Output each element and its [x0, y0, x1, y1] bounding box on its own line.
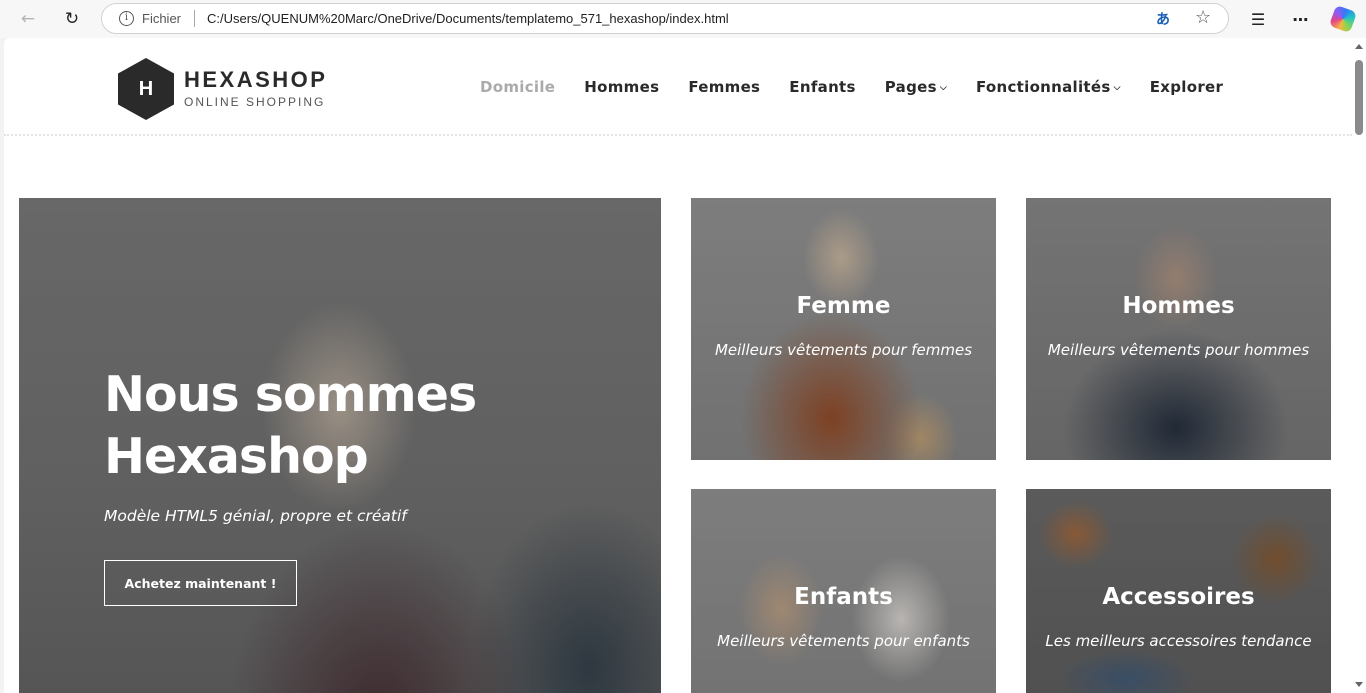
info-icon[interactable]: i [119, 11, 134, 26]
logo-hexagon-icon: H [118, 58, 174, 120]
nav-item-hommes[interactable]: Hommes [584, 78, 659, 96]
hero-subtitle: Modèle HTML5 génial, propre et créatif [104, 507, 407, 525]
nav-item-explorer[interactable]: Explorer [1150, 78, 1223, 96]
hero-title-line1: Nous sommes [104, 366, 477, 423]
nav-label: Domicile [480, 78, 556, 96]
nav-item-enfants[interactable]: Enfants [789, 78, 855, 96]
scrollbar-thumb[interactable] [1355, 60, 1363, 135]
card-subtitle: Meilleurs vêtements pour enfants [717, 632, 970, 650]
reload-icon[interactable]: ↻ [59, 7, 85, 31]
favorites-icon[interactable]: ☰ [1245, 7, 1271, 31]
nav-label: Enfants [789, 78, 856, 96]
chevron-down-icon: ⌵ [1113, 83, 1121, 93]
page-viewport: H HEXASHOP ONLINE SHOPPING Domicile Homm… [4, 38, 1366, 693]
card-title: Hommes [1122, 293, 1235, 319]
shop-now-button[interactable]: Achetez maintenant ! [104, 560, 297, 606]
chevron-down-icon: ⌵ [939, 83, 947, 93]
main-nav: Domicile Hommes Femmes Enfants Pages ⌵ Fo… [480, 78, 1252, 96]
card-subtitle: Meilleurs vêtements pour hommes [1047, 341, 1310, 359]
card-title: Accessoires [1102, 584, 1255, 610]
nav-item-femmes[interactable]: Femmes [688, 78, 760, 96]
star-icon[interactable]: ☆ [1195, 7, 1211, 28]
scroll-up-arrow-icon[interactable] [1355, 44, 1363, 49]
browser-toolbar: ← ↻ i Fichier C:/Users/QUENUM%20Marc/One… [0, 0, 1366, 38]
hero-title: Nous sommes Hexashop [104, 364, 584, 488]
card-image-overlay [691, 198, 996, 460]
category-card-kids[interactable]: Enfants Meilleurs vêtements pour enfants [691, 489, 996, 693]
url-text[interactable]: C:/Users/QUENUM%20Marc/OneDrive/Document… [207, 11, 729, 26]
logo-name: HEXASHOP [184, 67, 328, 92]
site-header: H HEXASHOP ONLINE SHOPPING Domicile Homm… [4, 38, 1352, 136]
hero-title-line2: Hexashop [104, 428, 369, 485]
nav-item-fonctionnalites[interactable]: Fonctionnalités ⌵ [976, 78, 1121, 96]
scroll-down-arrow-icon[interactable] [1355, 682, 1363, 687]
card-image-overlay [1026, 198, 1331, 460]
address-scheme-label: Fichier [142, 11, 182, 26]
nav-label: Explorer [1149, 78, 1224, 96]
nav-item-domicile[interactable]: Domicile [480, 78, 555, 96]
address-separator [194, 10, 195, 27]
category-card-accessories[interactable]: Accessoires Les meilleurs accessoires te… [1026, 489, 1331, 693]
hero-banner: Nous sommes Hexashop Modèle HTML5 génial… [19, 198, 661, 693]
nav-label: Hommes [584, 78, 660, 96]
vertical-scrollbar[interactable] [1352, 38, 1366, 693]
card-title: Enfants [794, 584, 893, 610]
card-title: Femme [796, 293, 891, 319]
category-card-women[interactable]: Femme Meilleurs vêtements pour femmes [691, 198, 996, 460]
nav-item-pages[interactable]: Pages ⌵ [885, 78, 947, 96]
copilot-icon[interactable] [1328, 4, 1358, 34]
more-icon[interactable]: ⋯ [1288, 7, 1314, 31]
card-subtitle: Meilleurs vêtements pour femmes [714, 341, 973, 359]
back-arrow-icon[interactable]: ← [15, 7, 41, 31]
category-card-men[interactable]: Hommes Meilleurs vêtements pour hommes [1026, 198, 1331, 460]
card-subtitle: Les meilleurs accessoires tendance [1045, 632, 1312, 650]
nav-label: Pages [884, 78, 937, 96]
logo-tagline: ONLINE SHOPPING [184, 95, 326, 109]
site-logo[interactable]: H HEXASHOP ONLINE SHOPPING [118, 58, 327, 120]
nav-label: Fonctionnalités [975, 78, 1111, 96]
address-bar[interactable]: i Fichier C:/Users/QUENUM%20Marc/OneDriv… [101, 3, 1229, 34]
translate-icon[interactable]: あ [1156, 9, 1170, 29]
nav-label: Femmes [688, 78, 761, 96]
logo-text: HEXASHOP ONLINE SHOPPING [184, 67, 327, 111]
